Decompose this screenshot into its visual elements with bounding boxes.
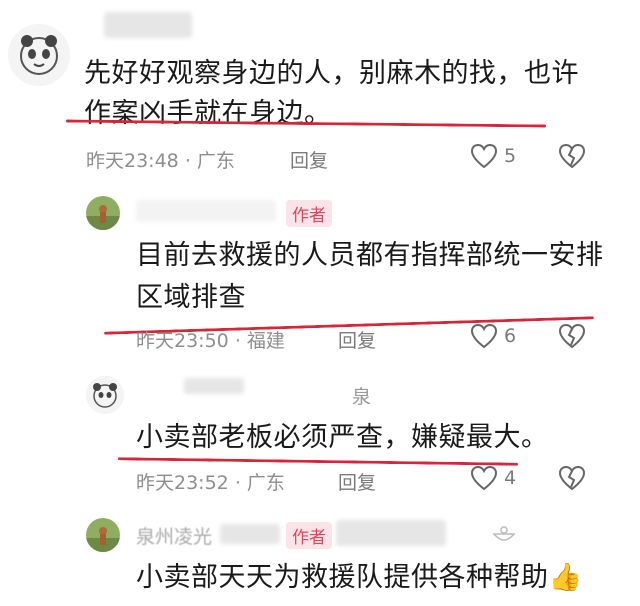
bowl-icon — [492, 526, 516, 541]
comment-text-line1: 目前去救援的人员都有指挥部统一安排 — [136, 240, 604, 271]
user-avatar[interactable] — [86, 376, 124, 414]
partial-location: 泉 — [352, 386, 372, 408]
broken-heart-icon — [558, 323, 586, 349]
username-blurred[interactable] — [184, 378, 244, 394]
like-button[interactable]: 4 — [470, 464, 530, 494]
author-tag: 作者 — [286, 522, 332, 549]
author-tag: 作者 — [286, 200, 332, 227]
profile-photo-icon — [86, 196, 120, 230]
dislike-button[interactable] — [558, 143, 588, 171]
like-count: 4 — [504, 467, 517, 489]
reply-button[interactable]: 回复 — [338, 468, 376, 495]
author-avatar[interactable] — [86, 196, 120, 230]
comment-text-line2: 区域排查 — [136, 282, 246, 313]
separator: · — [234, 330, 241, 352]
comment-time: 昨天23:52 — [136, 472, 229, 494]
username-blurred[interactable] — [104, 12, 192, 38]
broken-heart-icon — [558, 465, 586, 491]
comment-text-line1: 小卖部老板必须严查，嫌疑最大。 — [136, 422, 549, 453]
comment-time: 昨天23:50 — [136, 330, 229, 352]
heart-icon — [470, 323, 498, 349]
user-avatar[interactable] — [8, 24, 70, 86]
thumbs-up-icon: 👍 — [548, 562, 583, 593]
panda-avatar-icon — [8, 24, 70, 86]
author-avatar[interactable] — [86, 518, 120, 552]
panda-avatar-icon — [86, 376, 124, 414]
username-blurred[interactable] — [220, 524, 280, 544]
comment-meta: 昨天23:52 · 广东 — [136, 468, 285, 495]
badge-blurred — [336, 520, 446, 546]
reply-button[interactable]: 回复 — [338, 326, 376, 353]
comment-text-line2: 作案凶手就在身边。 — [84, 98, 332, 129]
heart-icon — [470, 143, 498, 169]
dislike-button[interactable] — [558, 465, 588, 493]
comment-meta: 昨天23:48 · 广东 — [86, 146, 235, 173]
like-button[interactable]: 6 — [470, 322, 530, 352]
profile-photo-icon — [86, 518, 120, 552]
comment-text-line1: 先好好观察身边的人，别麻木的找，也许 — [84, 58, 579, 89]
username-partial[interactable]: 泉州凌光 — [136, 522, 212, 549]
comment-text: 小卖部天天为救援队提供各种帮助 — [136, 562, 549, 593]
heart-icon — [470, 465, 498, 491]
like-count: 5 — [504, 145, 517, 167]
separator: · — [184, 150, 191, 172]
comment-location: 广东 — [246, 472, 285, 494]
separator: · — [234, 472, 241, 494]
comment-location: 广东 — [196, 150, 235, 172]
comment-text-line1: 小卖部天天为救援队提供各种帮助👍 — [136, 558, 583, 598]
dislike-button[interactable] — [558, 323, 588, 351]
username-blurred[interactable] — [136, 200, 276, 222]
reply-button[interactable]: 回复 — [290, 146, 328, 173]
comment-meta: 昨天23:50 · 福建 — [136, 326, 285, 353]
like-button[interactable]: 5 — [470, 142, 530, 172]
broken-heart-icon — [558, 143, 586, 169]
annotation-underline — [117, 457, 519, 466]
like-count: 6 — [504, 325, 517, 347]
more-icon[interactable] — [490, 522, 518, 546]
comment-time: 昨天23:48 — [86, 150, 179, 172]
comment-location: 福建 — [246, 330, 285, 352]
